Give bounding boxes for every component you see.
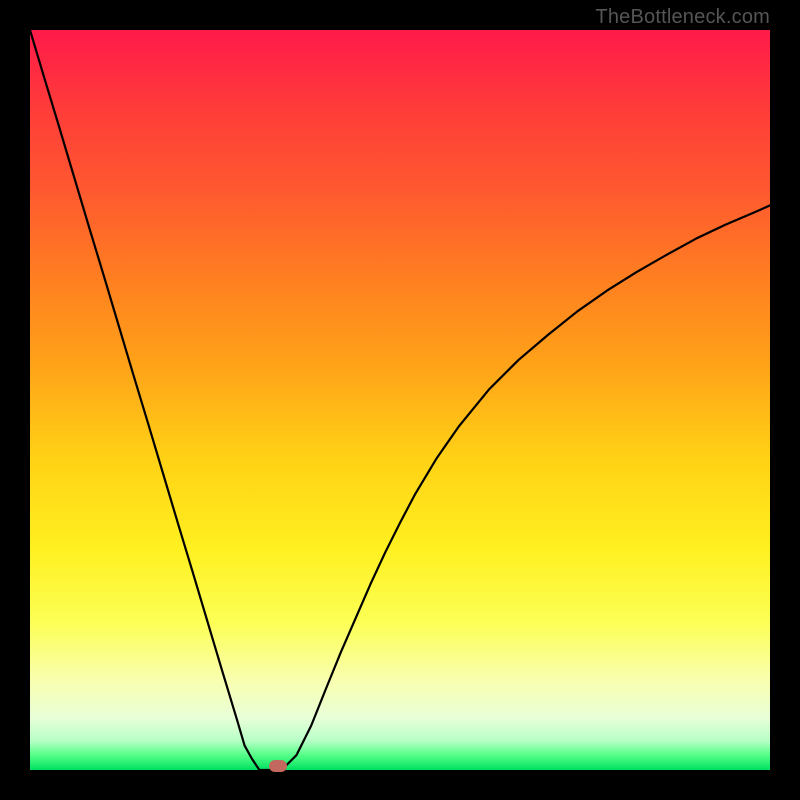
- plot-background-gradient: [30, 30, 770, 770]
- watermark-text: TheBottleneck.com: [595, 6, 770, 29]
- optimal-point-marker: [269, 760, 287, 772]
- chart-frame: TheBottleneck.com: [0, 0, 800, 800]
- bottleneck-curve: [30, 30, 770, 770]
